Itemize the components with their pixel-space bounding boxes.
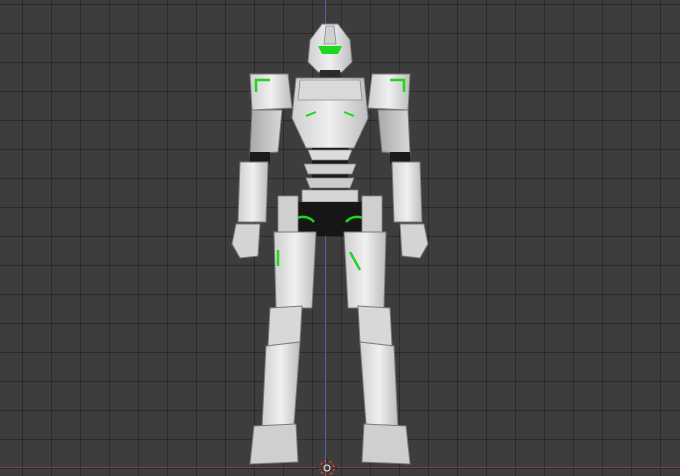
foot-left	[249, 423, 299, 465]
waist	[301, 189, 359, 203]
robot-leg-left[interactable]	[249, 231, 317, 465]
hand-left	[231, 223, 261, 259]
3d-viewport[interactable]	[0, 0, 680, 476]
abdomen-plate-2	[303, 163, 357, 175]
thigh-left	[273, 231, 317, 309]
thigh-right	[343, 231, 387, 309]
robot-torso[interactable]	[291, 77, 369, 203]
shin-left	[261, 341, 301, 429]
robot-leg-right[interactable]	[343, 231, 411, 465]
hip-skirt-left	[277, 195, 299, 233]
knee-left	[267, 305, 303, 347]
robot-head[interactable]	[307, 23, 353, 80]
robot-hips[interactable]	[277, 195, 383, 236]
3d-cursor-icon[interactable]	[317, 458, 337, 476]
forearm-right	[391, 161, 423, 223]
abdomen-plate-1	[307, 149, 353, 161]
chest-upper	[297, 79, 363, 101]
visor-green	[318, 46, 342, 54]
foot-right	[361, 423, 411, 465]
robot-model[interactable]	[0, 0, 680, 476]
hip-skirt-right	[361, 195, 383, 233]
abdomen-plate-3	[305, 177, 355, 189]
knee-right	[357, 305, 393, 347]
helmet-crest	[323, 25, 337, 45]
upper-arm-left	[249, 109, 283, 155]
forearm-left	[237, 161, 269, 223]
shin-right	[359, 341, 399, 429]
hand-right	[399, 223, 429, 259]
upper-arm-right	[377, 109, 411, 155]
